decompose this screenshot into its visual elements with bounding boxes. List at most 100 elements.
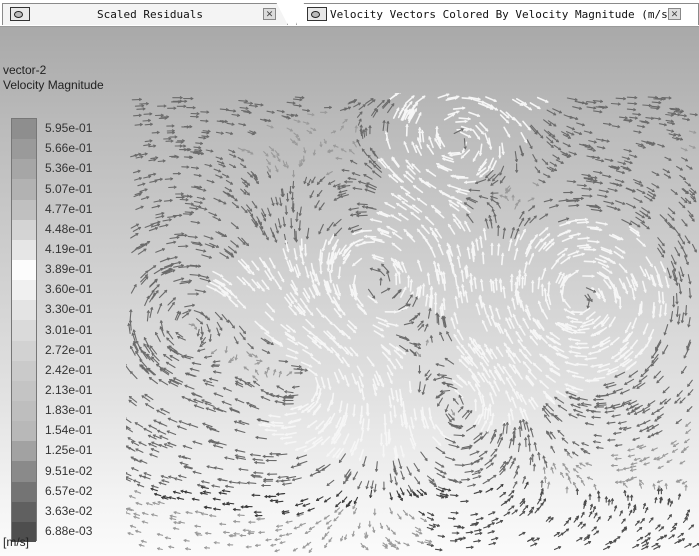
velocity-vector <box>333 218 342 227</box>
velocity-vector <box>674 397 681 404</box>
color-scale-tick-label: 1.25e-01 <box>45 443 93 458</box>
velocity-vector <box>384 201 396 209</box>
velocity-vector <box>338 368 345 381</box>
color-scale-tick-label: 3.89e-01 <box>45 262 93 277</box>
velocity-vector <box>228 298 239 308</box>
velocity-vector <box>320 435 331 446</box>
color-swatch <box>12 360 36 382</box>
velocity-vector <box>539 213 549 220</box>
velocity-vector-plot[interactable] <box>126 93 699 556</box>
velocity-vector <box>381 263 390 273</box>
velocity-vector <box>515 331 523 342</box>
velocity-vector <box>662 344 669 355</box>
velocity-vector <box>490 315 497 328</box>
velocity-vector <box>343 433 350 445</box>
velocity-vector <box>638 375 648 383</box>
velocity-vector <box>129 345 136 356</box>
velocity-vector <box>597 345 610 352</box>
velocity-vector <box>405 294 413 305</box>
velocity-vector <box>300 361 313 368</box>
velocity-vector <box>379 232 392 238</box>
velocity-vector <box>230 240 239 248</box>
velocity-vector <box>676 390 683 397</box>
legend-unit: [m/s] <box>3 535 29 549</box>
velocity-vector <box>387 93 399 101</box>
velocity-vector <box>452 379 463 388</box>
color-scale-tick-label: 3.60e-01 <box>45 282 93 297</box>
velocity-vector <box>399 286 407 298</box>
color-scale-tick-label: 2.42e-01 <box>45 362 93 377</box>
velocity-vector <box>371 107 377 117</box>
velocity-vector <box>576 221 590 224</box>
color-swatch <box>12 501 36 523</box>
velocity-vector <box>505 390 512 403</box>
velocity-vector <box>425 168 437 177</box>
tab-velocity-vectors[interactable]: Velocity Vectors Colored By Velocity Mag… <box>296 3 699 25</box>
color-scale-tick-label: 3.01e-01 <box>45 322 93 337</box>
velocity-vector <box>456 329 464 341</box>
velocity-vector <box>270 421 284 424</box>
velocity-vector <box>464 220 471 233</box>
velocity-vector <box>126 472 132 477</box>
velocity-vector <box>534 238 543 249</box>
velocity-vector <box>357 306 368 315</box>
close-icon[interactable]: ✕ <box>263 8 276 20</box>
velocity-vector <box>479 121 489 132</box>
velocity-vector <box>295 230 298 243</box>
velocity-vector <box>621 219 633 226</box>
velocity-vector <box>377 268 386 277</box>
velocity-vector <box>632 382 642 389</box>
velocity-vector <box>129 370 138 380</box>
velocity-vector <box>668 207 676 215</box>
velocity-vector <box>435 125 438 139</box>
velocity-vector <box>472 129 481 140</box>
velocity-vector <box>486 202 494 209</box>
velocity-vector <box>356 365 364 377</box>
velocity-vector <box>536 96 549 103</box>
velocity-vector <box>653 370 662 379</box>
velocity-vector <box>158 379 169 386</box>
close-icon[interactable]: ✕ <box>668 8 681 20</box>
velocity-vector <box>366 356 375 367</box>
color-scale-tick-label: 6.57e-02 <box>45 483 93 498</box>
velocity-vector <box>502 365 511 377</box>
velocity-vector <box>490 179 499 186</box>
velocity-vector <box>659 261 667 273</box>
velocity-vector <box>395 202 407 211</box>
velocity-vector <box>149 278 158 287</box>
velocity-vector <box>514 369 523 380</box>
color-swatch <box>12 320 36 342</box>
color-scale-tick-label: 2.13e-01 <box>45 382 93 397</box>
velocity-vector <box>429 246 436 258</box>
velocity-vector <box>512 352 521 363</box>
velocity-vector <box>512 116 522 127</box>
velocity-vector <box>327 233 335 245</box>
velocity-vector <box>336 447 344 459</box>
velocity-vector <box>441 192 453 199</box>
velocity-vector <box>554 396 565 404</box>
velocity-vector <box>254 320 264 330</box>
velocity-vector <box>239 332 246 341</box>
velocity-vector <box>391 157 400 168</box>
velocity-vector <box>561 236 574 242</box>
velocity-vector <box>261 279 270 290</box>
velocity-vector <box>264 311 275 321</box>
velocity-vector <box>450 196 463 203</box>
velocity-vector <box>246 204 253 212</box>
velocity-vector <box>459 131 472 138</box>
velocity-vector <box>520 131 528 144</box>
color-scale-tick-label: 5.66e-01 <box>45 141 93 156</box>
velocity-vector <box>679 397 686 404</box>
velocity-vector <box>315 420 325 430</box>
velocity-vector <box>231 202 240 209</box>
velocity-vector <box>467 380 476 392</box>
color-swatch <box>12 260 36 281</box>
graphics-viewport[interactable]: vector-2 Velocity Magnitude 5.95e-01 5.66… <box>0 27 699 556</box>
velocity-vector <box>557 404 568 412</box>
velocity-vector <box>277 271 285 283</box>
velocity-vector <box>496 483 504 490</box>
graphics-window-icon <box>10 7 30 21</box>
velocity-vector <box>356 214 368 217</box>
tab-scaled-residuals[interactable]: Scaled Residuals ✕ <box>2 3 288 25</box>
velocity-vector <box>435 461 445 468</box>
